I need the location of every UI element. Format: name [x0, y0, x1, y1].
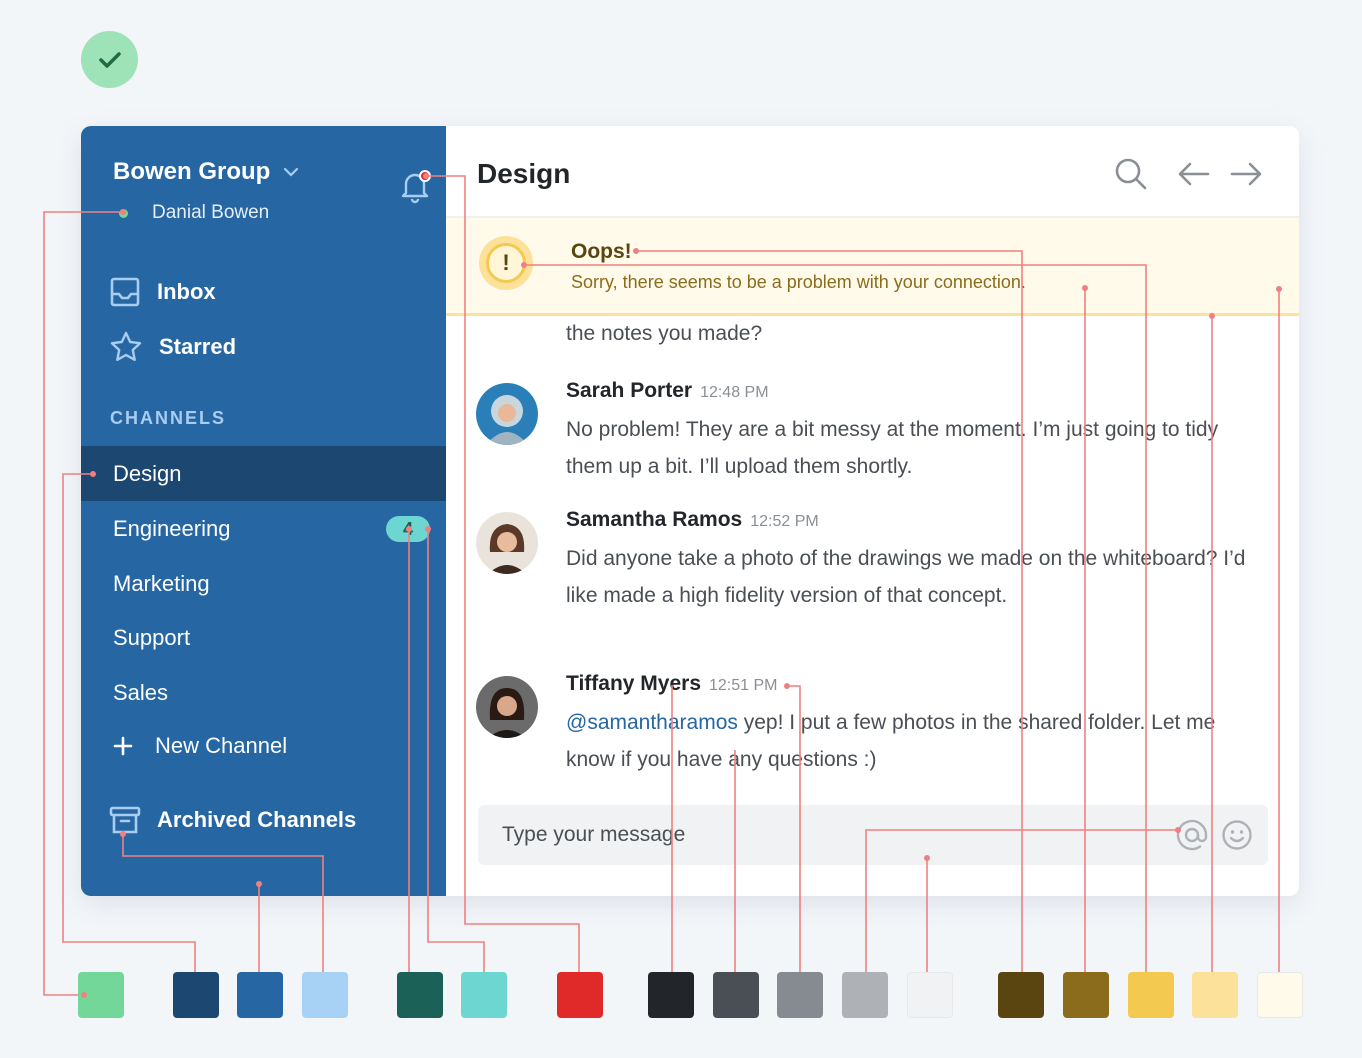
new-channel-button[interactable]: New Channel — [113, 733, 287, 759]
online-status-dot — [119, 208, 128, 218]
message-body: Did anyone take a photo of the drawings … — [566, 547, 1246, 607]
archive-icon — [109, 806, 141, 834]
warning-icon: ! — [479, 236, 533, 290]
color-swatch — [397, 972, 443, 1018]
color-swatch — [998, 972, 1044, 1018]
color-swatch — [461, 972, 507, 1018]
at-icon — [1176, 819, 1208, 851]
back-button[interactable] — [1176, 156, 1212, 192]
message-timestamp: 12:51 PM — [709, 677, 778, 694]
channel-header: Design — [446, 126, 1299, 218]
search-button[interactable] — [1113, 156, 1149, 192]
channel-label: Engineering — [113, 515, 231, 541]
smiley-icon — [1222, 820, 1252, 850]
channel-label: Sales — [113, 679, 169, 705]
color-swatch — [302, 972, 348, 1018]
new-channel-label: New Channel — [155, 733, 288, 758]
channel-item-marketing[interactable]: Marketing — [81, 556, 446, 611]
color-swatch — [648, 972, 694, 1018]
main-panel: Design ! Oops! Sorry, there seems to be … — [446, 126, 1299, 896]
success-check-icon — [81, 31, 138, 88]
alert-text: Sorry, there seems to be a problem with … — [571, 272, 1026, 292]
workspace-name: Bowen Group — [113, 158, 271, 185]
archived-channels-button[interactable]: Archived Channels — [109, 804, 356, 836]
channel-item-sales[interactable]: Sales — [81, 665, 446, 720]
message-body: @samantharamos yep! I put a few photos i… — [566, 704, 1246, 778]
forward-button[interactable] — [1228, 156, 1264, 192]
search-icon — [1115, 158, 1147, 190]
message-input[interactable] — [502, 805, 1152, 865]
archived-channels-label: Archived Channels — [157, 807, 357, 832]
notifications-button[interactable] — [397, 168, 433, 204]
message-author[interactable]: Sarah Porter — [566, 379, 692, 403]
alert-title: Oops! — [571, 240, 632, 263]
user-mention-link[interactable]: @samantharamos — [566, 711, 738, 734]
nav-item-inbox[interactable]: Inbox — [109, 276, 216, 308]
current-user: Danial Bowen — [119, 202, 269, 224]
page-title: Design — [477, 158, 571, 189]
nav-item-label: Inbox — [157, 279, 216, 304]
channel-label: Design — [113, 460, 182, 486]
color-swatch — [173, 972, 219, 1018]
color-swatch — [1128, 972, 1174, 1018]
sidebar: Bowen Group Danial Bowen Inbox Starred C… — [81, 126, 446, 896]
nav-item-starred[interactable]: Starred — [109, 330, 236, 364]
color-swatch — [1257, 972, 1303, 1018]
arrow-left-icon — [1178, 162, 1210, 186]
chat-app-window: Bowen Group Danial Bowen Inbox Starred C… — [81, 126, 1299, 896]
message-author[interactable]: Tiffany Myers — [566, 672, 701, 696]
message-body-partial: the notes you made? — [566, 322, 763, 345]
notification-dot — [419, 170, 431, 182]
mention-button[interactable] — [1176, 819, 1208, 851]
channel-label: Support — [113, 624, 191, 650]
connection-alert-banner: ! Oops! Sorry, there seems to be a probl… — [446, 218, 1299, 316]
message-timestamp: 12:52 PM — [750, 513, 819, 530]
color-swatch — [1063, 972, 1109, 1018]
color-swatch — [557, 972, 603, 1018]
message-author[interactable]: Samantha Ramos — [566, 508, 742, 532]
message-composer — [478, 805, 1268, 865]
color-swatch — [1192, 972, 1238, 1018]
color-swatch — [237, 972, 283, 1018]
color-swatch — [78, 972, 124, 1018]
color-swatch — [713, 972, 759, 1018]
channel-item-design[interactable]: Design — [81, 446, 446, 501]
chevron-down-icon — [284, 167, 299, 177]
avatar[interactable] — [476, 383, 538, 445]
channels-section-title: CHANNELS — [110, 408, 227, 428]
color-swatch — [777, 972, 823, 1018]
message-body: No problem! They are a bit messy at the … — [566, 418, 1219, 478]
nav-item-label: Starred — [159, 334, 237, 359]
avatar[interactable] — [476, 512, 538, 574]
workspace-switcher[interactable]: Bowen Group — [113, 158, 300, 186]
inbox-icon — [110, 277, 140, 307]
color-swatch — [907, 972, 953, 1018]
message-timestamp: 12:48 PM — [700, 384, 769, 401]
unread-count-badge: 4 — [386, 516, 430, 542]
emoji-button[interactable] — [1221, 819, 1253, 851]
user-name: Danial Bowen — [152, 202, 270, 223]
arrow-right-icon — [1230, 162, 1262, 186]
channel-item-support[interactable]: Support — [81, 610, 446, 665]
channel-label: Marketing — [113, 570, 210, 596]
avatar[interactable] — [476, 676, 538, 738]
star-icon — [110, 331, 142, 361]
color-swatch — [842, 972, 888, 1018]
channel-item-engineering[interactable]: Engineering 4 — [81, 501, 446, 556]
plus-icon — [113, 736, 133, 756]
